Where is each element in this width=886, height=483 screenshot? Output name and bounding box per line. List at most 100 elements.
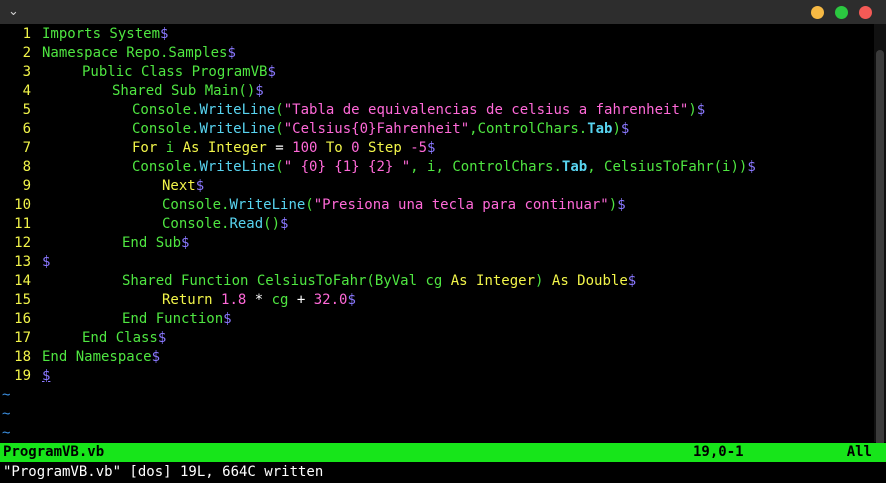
code-text: Console.Read()$ (42, 216, 288, 232)
line-number: 8 (22, 159, 31, 175)
code-text: $ (42, 254, 50, 270)
end-of-line-marker: $ (42, 368, 51, 384)
status-cursor-position: 19,0-1 (693, 444, 744, 460)
line-number: 5 (22, 102, 31, 118)
title-bar: ⌄ (0, 0, 886, 24)
code-text: Console.WriteLine(" {0} {1} {2} ", i, Co… (42, 159, 756, 175)
code-token: As Double (551, 273, 628, 289)
chevron-down-icon[interactable]: ⌄ (8, 2, 19, 22)
code-token: End Namespace (42, 349, 152, 365)
scrollbar[interactable] (874, 24, 886, 462)
code-token: ) (608, 197, 618, 213)
code-token: Read (229, 216, 264, 232)
end-of-line-marker: $ (160, 26, 169, 42)
code-text: Return 1.8 * cg + 32.0$ (42, 292, 356, 308)
line-number: 4 (22, 83, 31, 99)
code-token: Shared Sub Main() (112, 83, 256, 99)
end-of-line-marker: $ (151, 349, 161, 365)
editor-buffer[interactable]: 1 Imports System$ 2 Namespace Repo.Samples$… (0, 25, 874, 443)
code-token: "Celsius{0}Fahrenheit" (283, 121, 470, 137)
line-number: 15 (14, 292, 31, 308)
code-token: -5 (410, 140, 428, 156)
end-of-line-marker: $ (267, 64, 276, 80)
code-token: , CelsiusToFahr(i)) (587, 159, 748, 175)
line-number: 17 (14, 330, 31, 346)
code-text: Namespace Repo.Samples$ (42, 45, 236, 61)
code-text: Public Class ProgramVB$ (42, 64, 276, 80)
code-token: Return (162, 292, 222, 308)
code-text: For i As Integer = 100 To 0 Step -5$ (42, 140, 435, 156)
code-line[interactable]: 1 Imports System$ (0, 25, 874, 44)
code-line[interactable]: 16 End Function$ (0, 310, 874, 329)
code-token: As Integer (182, 140, 276, 156)
code-line[interactable]: 4 Shared Sub Main()$ (0, 82, 874, 101)
line-number: 6 (22, 121, 31, 137)
code-token: WriteLine (229, 197, 306, 213)
end-of-line-marker: $ (227, 45, 236, 61)
code-token: cg (271, 292, 297, 308)
code-line[interactable]: 14 Shared Function CelsiusToFahr(ByVal cg… (0, 272, 874, 291)
end-of-line-marker: $ (195, 178, 205, 194)
code-line[interactable]: 8 Console.WriteLine(" {0} {1} {2} ", i, C… (0, 158, 874, 177)
end-of-line-marker: $ (427, 140, 436, 156)
code-token: i (165, 140, 183, 156)
code-text: End Namespace$ (42, 349, 160, 365)
code-line[interactable]: 9 Next$ (0, 177, 874, 196)
close-button[interactable] (859, 6, 872, 19)
code-line[interactable]: 7 For i As Integer = 100 To 0 Step -5$ (0, 139, 874, 158)
code-token: cg (425, 273, 451, 289)
code-token: ,ControlChars. (469, 121, 588, 137)
end-of-line-marker: $ (620, 121, 630, 137)
status-line: ProgramVB.vb 19,0-1 All (0, 443, 886, 462)
line-number: 19 (14, 368, 31, 384)
code-token: , i, ControlChars. (410, 159, 562, 175)
end-of-line-marker: $ (181, 235, 190, 251)
line-number: 18 (14, 349, 31, 365)
end-of-line-marker: $ (255, 83, 264, 99)
minimize-button[interactable] (811, 6, 824, 19)
code-token: Imports System (42, 26, 161, 42)
code-token: Console. (132, 102, 200, 118)
code-line[interactable]: 2 Namespace Repo.Samples$ (0, 44, 874, 63)
line-number: 11 (14, 216, 31, 232)
code-token: 32.0 (313, 292, 348, 308)
end-of-line-marker: $ (280, 216, 289, 232)
scrollbar-thumb[interactable] (876, 50, 884, 462)
code-token: "Presiona una tecla para continuar" (313, 197, 609, 213)
code-token: ( (275, 121, 284, 137)
code-text: Next$ (42, 178, 204, 194)
code-token: ( (275, 102, 284, 118)
code-token: ) (535, 273, 552, 289)
line-number: 10 (14, 197, 31, 213)
status-scroll-indicator: All (846, 444, 872, 460)
code-line[interactable]: 19 $ (0, 367, 874, 386)
end-of-line-marker: $ (617, 197, 626, 213)
code-token: 0 (351, 140, 369, 156)
code-line[interactable]: 17 End Class$ (0, 329, 874, 348)
code-token: Shared Function CelsiusToFahr(ByVal (122, 273, 426, 289)
code-token: WriteLine (199, 121, 276, 137)
end-of-line-marker: $ (696, 102, 706, 118)
code-token: End Sub (122, 235, 182, 251)
code-text: Shared Function CelsiusToFahr(ByVal cg A… (42, 273, 636, 289)
code-line[interactable]: 15 Return 1.8 * cg + 32.0$ (0, 291, 874, 310)
status-filename: ProgramVB.vb (3, 444, 105, 460)
code-line[interactable]: 11 Console.Read()$ (0, 215, 874, 234)
maximize-button[interactable] (835, 6, 848, 19)
end-of-line-marker: $ (157, 330, 167, 346)
code-line[interactable]: 10 Console.WriteLine("Presiona una tecla … (0, 196, 874, 215)
code-line[interactable]: 3 Public Class ProgramVB$ (0, 63, 874, 82)
code-line[interactable]: 13 $ (0, 253, 874, 272)
line-number: 9 (22, 178, 31, 194)
code-token: 100 (292, 140, 326, 156)
code-token: 1.8 (221, 292, 255, 308)
code-line[interactable]: 18 End Namespace$ (0, 348, 874, 367)
code-line[interactable]: 12 End Sub$ (0, 234, 874, 253)
code-line[interactable]: 6 Console.WriteLine("Celsius{0}Fahrenheit… (0, 120, 874, 139)
code-token: As Integer (450, 273, 536, 289)
line-number: 7 (22, 140, 31, 156)
code-line[interactable]: 5 Console.WriteLine("Tabla de equivalenci… (0, 101, 874, 120)
code-text: End Sub$ (42, 235, 189, 251)
command-line[interactable]: "ProgramVB.vb" [dos] 19L, 664C written (3, 462, 323, 482)
line-number: 13 (14, 254, 31, 270)
